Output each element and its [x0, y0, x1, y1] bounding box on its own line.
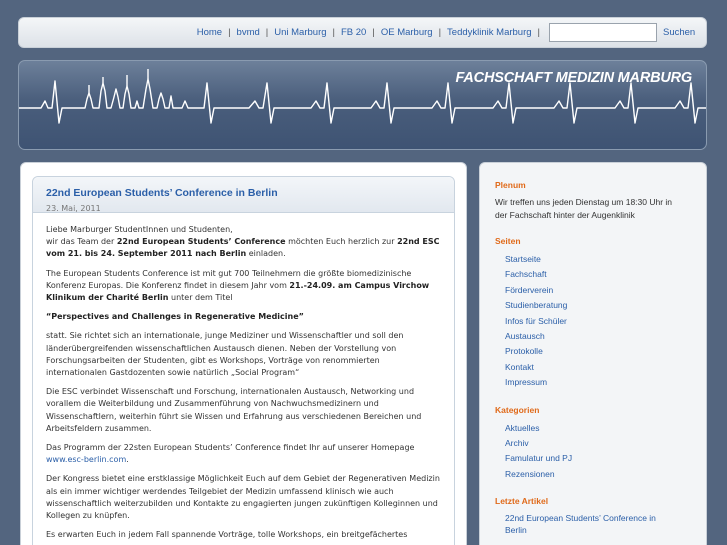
nav-separator: | — [438, 27, 442, 38]
header-banner: FACHSCHAFT MEDIZIN MARBURG — [18, 60, 707, 150]
nav-link-teddyklinik[interactable]: Teddyklinik Marburg — [447, 27, 531, 38]
sidebar-item-foerderverein[interactable]: Förderverein — [505, 283, 706, 298]
search-input[interactable] — [549, 23, 657, 42]
top-navigation-bar: Home | bvmd | Uni Marburg | FB 20 | OE Marbu… — [18, 17, 707, 48]
category-famulatur-pj[interactable]: Famulatur und PJ — [505, 451, 706, 466]
sidebar-heading-seiten: Seiten — [495, 236, 521, 246]
text: . — [126, 455, 129, 465]
sidebar-item-fachschaft[interactable]: Fachschaft — [505, 267, 706, 282]
paragraph: statt. Sie richtet sich an international… — [46, 331, 404, 378]
text: Das Programm der 22sten European Student… — [46, 443, 415, 453]
sidebar-item-kontakt[interactable]: Kontakt — [505, 360, 706, 375]
text: wir das Team der — [46, 237, 117, 247]
nav-link-home[interactable]: Home — [197, 27, 222, 38]
sidebar-item-protokolle[interactable]: Protokolle — [505, 344, 706, 359]
sidebar-item-studienberatung[interactable]: Studienberatung — [505, 298, 706, 313]
nav-link-uni-marburg[interactable]: Uni Marburg — [274, 27, 326, 38]
search-button[interactable]: Suchen — [663, 27, 695, 38]
recent-article-link[interactable]: 22nd European Students’ Conference in Be… — [505, 512, 675, 536]
article-body: Liebe Marburger StudentInnen und Student… — [33, 213, 454, 541]
sidebar-heading-plenum: Plenum — [495, 180, 526, 190]
article-title[interactable]: 22nd European Students’ Conference in Be… — [46, 187, 454, 199]
paragraph: Es erwarten Euch in jedem Fall spannende… — [46, 530, 408, 540]
paragraph: “Perspectives and Challenges in Regenera… — [46, 311, 441, 323]
kategorien-list: Aktuelles Archiv Famulatur und PJ Rezens… — [505, 421, 706, 483]
text: einladen. — [246, 249, 286, 259]
article: 22nd European Students’ Conference in Be… — [32, 176, 455, 545]
sidebar-item-infos-fuer-schueler[interactable]: Infos für Schüler — [505, 314, 706, 329]
sidebar-item-austausch[interactable]: Austausch — [505, 329, 706, 344]
text: unter dem Titel — [168, 293, 233, 303]
nav-link-fb20[interactable]: FB 20 — [341, 27, 366, 38]
article-header: 22nd European Students’ Conference in Be… — [33, 177, 454, 213]
esc-berlin-link[interactable]: www.esc-berlin.com — [46, 455, 126, 464]
nav-link-oe-marburg[interactable]: OE Marburg — [381, 27, 433, 38]
text: Liebe Marburger StudentInnen und Student… — [46, 225, 233, 234]
plenum-text: Wir treffen uns jeden Dienstag um 18:30 … — [495, 197, 673, 220]
paragraph: The European Students Conference ist mit… — [46, 268, 441, 305]
nav-separator: | — [372, 27, 375, 38]
sidebar-item-impressum[interactable]: Impressum — [505, 375, 706, 390]
recent-articles-list: 22nd European Students’ Conference in Be… — [505, 512, 706, 536]
nav-separator: | — [537, 27, 540, 38]
category-archiv[interactable]: Archiv — [505, 436, 706, 451]
text-bold: “Perspectives and Challenges in Regenera… — [46, 312, 304, 322]
sidebar-heading-kategorien: Kategorien — [495, 404, 540, 415]
article-date: 23. Mai, 2011 — [46, 204, 101, 213]
seiten-list: Startseite Fachschaft Förderverein Studi… — [505, 252, 706, 391]
nav-separator: | — [332, 27, 335, 38]
category-rezensionen[interactable]: Rezensionen — [505, 467, 706, 482]
paragraph: Die ESC verbindet Wissenschaft und Forsc… — [46, 387, 422, 433]
paragraph: Das Programm der 22sten European Student… — [46, 442, 441, 466]
category-aktuelles[interactable]: Aktuelles — [505, 421, 706, 436]
nav-link-bvmd[interactable]: bvmd — [237, 27, 260, 38]
text: möchten Euch herzlich zur — [285, 237, 398, 247]
paragraph: Der Kongress bietet eine erstklassige Mö… — [46, 474, 440, 521]
site-title: FACHSCHAFT MEDIZIN MARBURG — [455, 70, 693, 86]
paragraph: Liebe Marburger StudentInnen und Student… — [46, 224, 441, 261]
top-nav-links: Home | bvmd | Uni Marburg | FB 20 | OE Marbu… — [197, 27, 546, 38]
sidebar: Plenum Wir treffen uns jeden Dienstag um… — [479, 162, 707, 545]
sidebar-item-startseite[interactable]: Startseite — [505, 252, 706, 267]
sidebar-heading-letzte-artikel: Letzte Artikel — [495, 496, 549, 507]
text-bold: 22nd European Students’ Conference — [116, 237, 286, 247]
main-content: 22nd European Students’ Conference in Be… — [20, 162, 467, 545]
nav-separator: | — [228, 27, 231, 38]
nav-separator: | — [265, 27, 269, 38]
